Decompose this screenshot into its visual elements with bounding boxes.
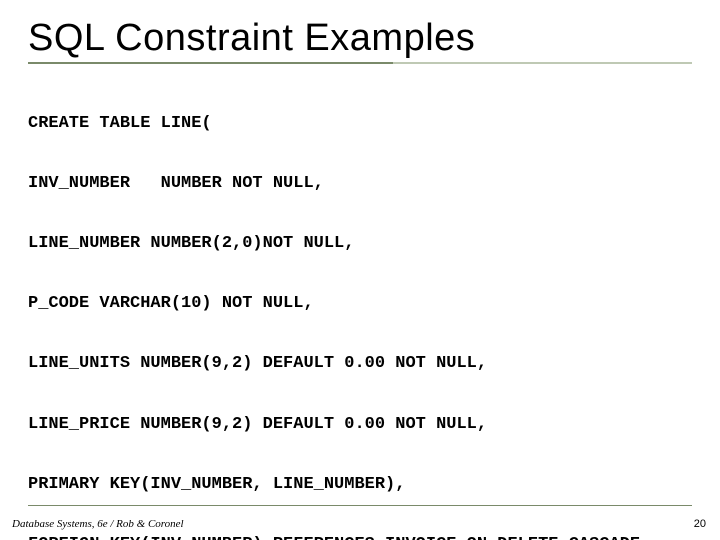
sql-code-block: CREATE TABLE LINE( INV_NUMBER NUMBER NOT… bbox=[28, 74, 692, 540]
code-line: CREATE TABLE LINE( bbox=[28, 114, 692, 134]
code-line: INV_NUMBER NUMBER NOT NULL, bbox=[28, 174, 692, 194]
code-line: LINE_PRICE NUMBER(9,2) DEFAULT 0.00 NOT … bbox=[28, 415, 692, 435]
code-line: LINE_NUMBER NUMBER(2,0)NOT NULL, bbox=[28, 234, 692, 254]
footer-rule bbox=[28, 505, 692, 506]
footer-text: Database Systems, 6e / Rob & Coronel bbox=[12, 518, 184, 530]
code-line: LINE_UNITS NUMBER(9,2) DEFAULT 0.00 NOT … bbox=[28, 354, 692, 374]
code-line: FOREIGN KEY(INV_NUMBER) REFERENCES INVOI… bbox=[28, 535, 692, 540]
title-underline bbox=[28, 62, 692, 64]
code-line: P_CODE VARCHAR(10) NOT NULL, bbox=[28, 294, 692, 314]
code-line: PRIMARY KEY(INV_NUMBER, LINE_NUMBER), bbox=[28, 475, 692, 495]
page-number: 20 bbox=[694, 518, 706, 530]
slide: SQL Constraint Examples CREATE TABLE LIN… bbox=[0, 0, 720, 540]
slide-title: SQL Constraint Examples bbox=[28, 18, 692, 60]
